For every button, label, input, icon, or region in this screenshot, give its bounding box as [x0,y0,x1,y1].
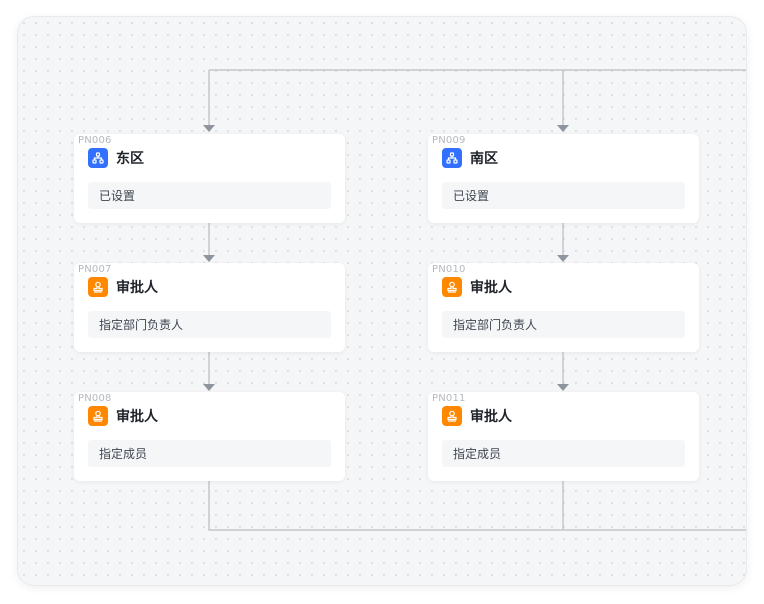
node-detail: 指定部门负责人 [88,311,331,338]
arrow-head [557,125,569,132]
flow-node-branch-south[interactable]: PN009 南区 已设置 [428,134,699,223]
node-detail: 指定部门负责人 [442,311,685,338]
stamp-icon [88,277,108,297]
bottom-connector [208,481,746,531]
node-header: 南区 [442,148,498,168]
node-header: 东区 [88,148,144,168]
arrow-head [203,255,215,262]
flow-node-approver[interactable]: PN008 审批人 指定成员 [74,392,345,481]
node-detail: 已设置 [442,182,685,209]
branch-icon [442,148,462,168]
node-id: PN010 [432,264,466,275]
arrow-head [557,255,569,262]
flow-node-approver[interactable]: PN011 审批人 指定成员 [428,392,699,481]
node-detail: 已设置 [88,182,331,209]
node-id: PN006 [78,135,112,146]
top-connector [208,69,746,125]
node-title: 审批人 [470,409,512,425]
node-header: 审批人 [442,406,512,426]
stamp-icon [442,277,462,297]
node-id: PN009 [432,135,466,146]
flow-node-approver[interactable]: PN010 审批人 指定部门负责人 [428,263,699,352]
node-header: 审批人 [88,406,158,426]
flow-canvas[interactable]: PN006 东区 已设置 PN007 审批人 指定部门负责人 PN008 审批人… [18,17,746,585]
node-detail: 指定成员 [442,440,685,467]
arrow-head [203,125,215,132]
node-id: PN011 [432,393,466,404]
branch-icon [88,148,108,168]
arrow-head [557,384,569,391]
flow-node-approver[interactable]: PN007 审批人 指定部门负责人 [74,263,345,352]
node-title: 审批人 [116,409,158,425]
node-id: PN008 [78,393,112,404]
arrow-head [203,384,215,391]
node-title: 审批人 [470,280,512,296]
node-header: 审批人 [442,277,512,297]
node-title: 审批人 [116,280,158,296]
stamp-icon [88,406,108,426]
stamp-icon [442,406,462,426]
flow-node-branch-east[interactable]: PN006 东区 已设置 [74,134,345,223]
node-title: 东区 [116,151,144,167]
node-title: 南区 [470,151,498,167]
node-header: 审批人 [88,277,158,297]
node-detail: 指定成员 [88,440,331,467]
node-id: PN007 [78,264,112,275]
